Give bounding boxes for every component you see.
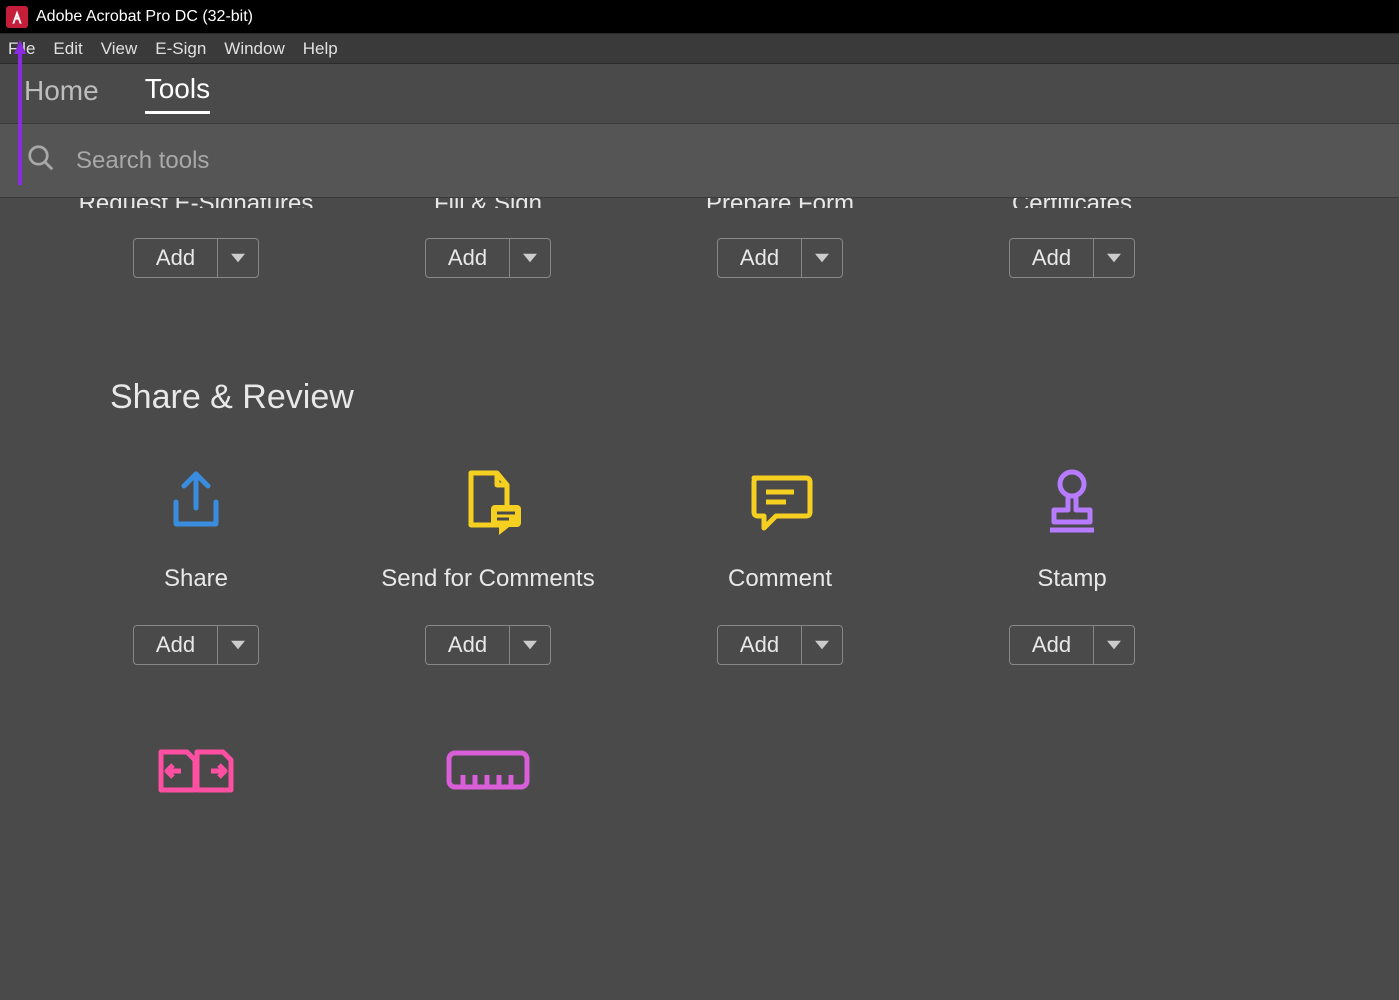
titlebar: Adobe Acrobat Pro DC (32-bit) <box>0 0 1399 34</box>
menu-file[interactable]: File <box>8 39 35 59</box>
add-button[interactable]: Add <box>718 626 802 664</box>
add-button-row: Add Add Add Add <box>0 208 1399 278</box>
add-button[interactable]: Add <box>718 239 802 277</box>
acrobat-app-icon <box>6 6 28 28</box>
add-button[interactable]: Add <box>426 626 510 664</box>
add-dropdown[interactable] <box>218 626 258 664</box>
tools-row-clipped: Request E-Signatures Fill & Sign Prepare… <box>0 198 1399 208</box>
add-button-group[interactable]: Add <box>1009 238 1135 278</box>
tool-label: Request E-Signatures <box>50 198 342 208</box>
comment-icon[interactable] <box>634 457 926 547</box>
add-button-group[interactable]: Add <box>425 238 551 278</box>
add-dropdown[interactable] <box>1094 626 1134 664</box>
add-button[interactable]: Add <box>426 239 510 277</box>
tools-content: Request E-Signatures Fill & Sign Prepare… <box>0 198 1399 1000</box>
add-button[interactable]: Add <box>1010 239 1094 277</box>
search-icon <box>26 143 56 178</box>
add-dropdown[interactable] <box>218 239 258 277</box>
searchbar <box>0 124 1399 198</box>
search-input[interactable] <box>76 147 676 175</box>
add-button[interactable]: Add <box>134 239 218 277</box>
tool-label-stamp: Stamp <box>926 565 1218 593</box>
tool-label-send-for-comments: Send for Comments <box>342 565 634 593</box>
app-title: Adobe Acrobat Pro DC (32-bit) <box>36 8 253 26</box>
add-dropdown[interactable] <box>1094 239 1134 277</box>
menu-window[interactable]: Window <box>224 39 284 59</box>
add-button-group[interactable]: Add <box>133 625 259 665</box>
menubar: File Edit View E-Sign Window Help <box>0 34 1399 64</box>
add-button-group[interactable]: Add <box>1009 625 1135 665</box>
measure-icon[interactable] <box>342 725 634 815</box>
add-button[interactable]: Add <box>1010 626 1094 664</box>
add-dropdown[interactable] <box>510 239 550 277</box>
menu-edit[interactable]: Edit <box>53 39 82 59</box>
stamp-icon[interactable] <box>926 457 1218 547</box>
tab-home[interactable]: Home <box>24 75 99 113</box>
tool-label-comment: Comment <box>634 565 926 593</box>
add-button-group[interactable]: Add <box>717 625 843 665</box>
compare-files-icon[interactable] <box>50 725 342 815</box>
tool-label: Fill & Sign <box>342 198 634 208</box>
send-for-comments-icon[interactable] <box>342 457 634 547</box>
add-dropdown[interactable] <box>802 626 842 664</box>
add-button-group[interactable]: Add <box>717 238 843 278</box>
add-button-group[interactable]: Add <box>133 238 259 278</box>
add-dropdown[interactable] <box>510 626 550 664</box>
menu-esign[interactable]: E-Sign <box>155 39 206 59</box>
add-button[interactable]: Add <box>134 626 218 664</box>
section-header-share-review: Share & Review <box>0 378 1399 417</box>
add-button-group[interactable]: Add <box>425 625 551 665</box>
menu-view[interactable]: View <box>101 39 138 59</box>
add-dropdown[interactable] <box>802 239 842 277</box>
share-icon[interactable] <box>50 457 342 547</box>
menu-help[interactable]: Help <box>303 39 338 59</box>
tool-label: Prepare Form <box>634 198 926 208</box>
tab-tools[interactable]: Tools <box>145 73 210 114</box>
add-button-row: Add Add Add Add <box>0 607 1399 665</box>
tool-label: Certificates <box>926 198 1218 208</box>
tool-label-share: Share <box>50 565 342 593</box>
tabbar: Home Tools <box>0 64 1399 124</box>
